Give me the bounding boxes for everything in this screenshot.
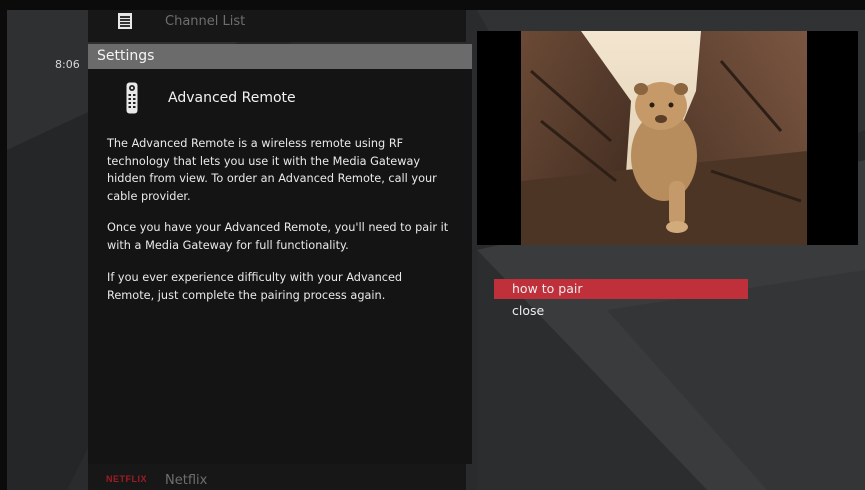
- channel-list-label: Channel List: [165, 14, 246, 29]
- settings-header: Settings: [88, 44, 472, 69]
- settings-panel: Settings Advanced Remote The Advanced Re…: [88, 44, 472, 464]
- lion-cub-image: [521, 31, 807, 245]
- remote-icon: [126, 82, 138, 114]
- clock: 8:06: [55, 58, 80, 71]
- panel-title: Advanced Remote: [168, 90, 296, 106]
- list-icon: [118, 13, 132, 29]
- netflix-row[interactable]: NETFLIX Netflix: [88, 464, 466, 490]
- close-button[interactable]: close: [494, 301, 748, 321]
- netflix-logo: NETFLIX: [106, 474, 147, 484]
- description-paragraph: The Advanced Remote is a wireless remote…: [107, 137, 437, 203]
- netflix-label: Netflix: [165, 473, 208, 488]
- channel-list-row[interactable]: Channel List: [88, 10, 466, 42]
- video-preview: [477, 31, 858, 245]
- how-to-pair-button[interactable]: how to pair: [494, 279, 748, 299]
- description-paragraph: Once you have your Advanced Remote, you'…: [107, 221, 449, 252]
- description-paragraph: If you ever experience difficulty with y…: [107, 271, 403, 302]
